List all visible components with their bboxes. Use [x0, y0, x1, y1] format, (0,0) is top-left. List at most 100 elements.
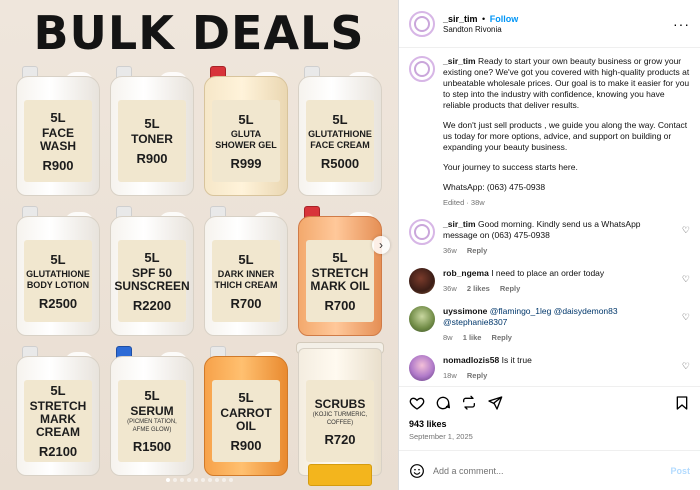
product-item: SCRUBS (KOJIC TURMERIC, COFFEE) R720: [296, 342, 384, 486]
product-name: TONER: [131, 132, 173, 146]
carousel-dot[interactable]: [186, 478, 191, 482]
reply-button[interactable]: Reply: [492, 333, 512, 342]
product-price: R2200: [132, 297, 172, 313]
product-name: GLUTATHIONE BODY LOTION: [26, 268, 90, 290]
header-username[interactable]: _sir_tim: [443, 14, 478, 24]
product-price: R700: [230, 295, 262, 311]
product-label: 5L DARK INNER THICH CREAM R700: [212, 240, 280, 322]
product-size: 5L: [144, 116, 160, 131]
reply-button[interactable]: Reply: [467, 246, 487, 255]
comment-text: I need to place an order today: [491, 268, 605, 278]
product-item: 5L TONER R900: [108, 62, 196, 196]
likes-count[interactable]: 1 like: [463, 333, 482, 342]
product-label: 5L CARROT OIL R900: [212, 380, 280, 462]
product-price: R999: [230, 155, 262, 171]
emoji-icon[interactable]: [409, 463, 425, 479]
share-icon[interactable]: [487, 395, 503, 411]
product-label: 5L FACE WASH R900: [24, 100, 92, 182]
product-sub: (KOJIC TURMERIC, COFFEE): [312, 411, 368, 426]
avatar[interactable]: [409, 268, 435, 294]
more-horizontal-icon[interactable]: ···: [673, 16, 690, 32]
product-name: FACE WASH: [40, 125, 76, 153]
reply-button[interactable]: Reply: [467, 371, 487, 380]
header-separator: •: [482, 13, 486, 24]
product-price: R900: [42, 157, 74, 173]
chevron-right-icon: ›: [379, 238, 383, 252]
carousel-dot[interactable]: [179, 478, 184, 482]
product-item: 5L SPF 50 SUNSCREEN R2200: [108, 202, 196, 336]
product-name: SCRUBS: [314, 396, 366, 411]
product-sub: (PICMEN TATION, AFME GLOW): [127, 419, 177, 433]
follow-button[interactable]: Follow: [490, 14, 519, 24]
product-name: GLUTATHIONE FACE CREAM: [308, 128, 372, 150]
product-size: 5L: [238, 389, 254, 405]
carousel-dot[interactable]: [165, 478, 170, 482]
product-label: 5L STRETCH MARK OIL R700: [306, 240, 374, 322]
bookmark-icon[interactable]: [674, 395, 690, 411]
product-size: 5L: [332, 249, 348, 265]
post-header: _sir_tim • Follow Sandton Rivonia ···: [399, 0, 700, 48]
product-name: SERUM: [130, 404, 174, 418]
product-item: 5L GLUTA SHOWER GEL R999: [202, 62, 290, 196]
product-label: SCRUBS (KOJIC TURMERIC, COFFEE) R720: [306, 380, 374, 462]
carousel-dot[interactable]: [221, 478, 226, 482]
comment-username[interactable]: nomadlozis58: [443, 355, 499, 365]
post-media[interactable]: BULK DEALS 5L FACE WASH R900 5L TONER R900 5L G…: [0, 0, 398, 490]
heart-icon[interactable]: ♡: [682, 274, 690, 285]
product-size: 5L: [144, 249, 160, 265]
heart-icon[interactable]: ♡: [682, 312, 690, 323]
comment-input[interactable]: [433, 465, 663, 476]
media-title: BULK DEALS: [33, 6, 365, 60]
comment-username[interactable]: _sir_tim: [443, 219, 476, 229]
avatar[interactable]: [409, 355, 435, 381]
avatar[interactable]: [409, 219, 435, 245]
location-link[interactable]: Sandton Rivonia: [443, 25, 665, 34]
comment-age: 8w: [443, 333, 453, 342]
comment-username[interactable]: rob_ngema: [443, 268, 489, 278]
avatar[interactable]: [409, 56, 435, 82]
caption-p1: Ready to start your own beauty business …: [443, 56, 690, 110]
comment-thread[interactable]: _sir_tim Ready to start your own beauty …: [399, 48, 700, 386]
product-item: 5L GLUTATHIONE BODY LOTION R2500: [14, 202, 102, 336]
product-label: 5L GLUTATHIONE FACE CREAM R5000: [306, 100, 374, 182]
carousel-dot[interactable]: [228, 478, 233, 482]
heart-icon[interactable]: ♡: [682, 225, 690, 236]
product-size: 5L: [238, 251, 254, 267]
product-size: 5L: [50, 251, 66, 267]
product-label: 5L GLUTATHIONE BODY LOTION R2500: [24, 240, 92, 322]
add-comment-bar: Post: [399, 450, 700, 490]
product-name: DARK INNER THICH CREAM: [214, 268, 278, 290]
reply-button[interactable]: Reply: [500, 284, 520, 293]
comment-icon[interactable]: [435, 395, 451, 411]
product-size: 5L: [50, 383, 66, 398]
heart-icon[interactable]: [409, 395, 425, 411]
comment-item: nomadlozis58 Is it true 18w Reply ♡: [409, 355, 690, 381]
heart-icon[interactable]: ♡: [682, 361, 690, 372]
avatar[interactable]: [409, 306, 435, 332]
product-price: R700: [324, 297, 356, 313]
carousel-dot[interactable]: [193, 478, 198, 482]
product-size: 5L: [238, 111, 254, 127]
carousel-next-button[interactable]: ›: [372, 236, 390, 254]
product-price: R2500: [38, 295, 78, 311]
repost-icon[interactable]: [461, 395, 477, 411]
product-item: 5L GLUTATHIONE FACE CREAM R5000: [296, 62, 384, 196]
comment-item: rob_ngema I need to place an order today…: [409, 268, 690, 294]
avatar[interactable]: [409, 10, 435, 37]
carousel-dot[interactable]: [172, 478, 177, 482]
likes-count[interactable]: 943 likes: [409, 419, 690, 429]
product-item: 5L DARK INNER THICH CREAM R700: [202, 202, 290, 336]
product-label: 5L GLUTA SHOWER GEL R999: [212, 100, 280, 182]
product-item: 5L CARROT OIL R900: [202, 342, 290, 476]
product-size: 5L: [144, 388, 160, 403]
likes-count[interactable]: 2 likes: [467, 284, 490, 293]
carousel-dot[interactable]: [214, 478, 219, 482]
post-button[interactable]: Post: [670, 466, 690, 476]
carousel-dot[interactable]: [200, 478, 205, 482]
caption-username[interactable]: _sir_tim: [443, 56, 476, 66]
product-price: R900: [136, 151, 168, 166]
comment-item: _sir_tim Good morning. Kindly send us a …: [409, 219, 690, 256]
comment-username[interactable]: uyssimone: [443, 306, 487, 316]
post-caption: _sir_tim Ready to start your own beauty …: [409, 56, 690, 202]
carousel-dot[interactable]: [207, 478, 212, 482]
